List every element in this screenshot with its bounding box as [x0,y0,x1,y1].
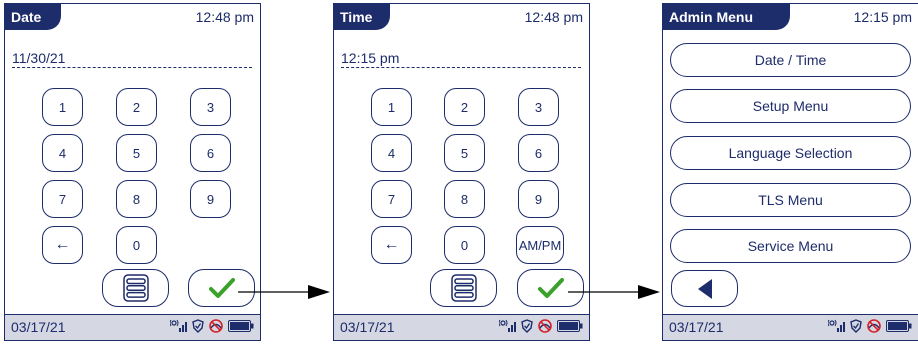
back-triangle-icon [697,278,712,299]
battery-icon [228,320,254,332]
flow-arrow [568,285,660,299]
no-wireless-icon [538,319,552,333]
key-3[interactable]: 3 [518,88,559,126]
date-entry-field[interactable]: 11/30/21 [12,50,252,68]
key-4[interactable]: 4 [42,134,83,172]
shield-icon [521,319,533,333]
status-icons [828,319,912,333]
checkmark-icon [208,278,235,298]
key-3[interactable]: 3 [190,88,231,126]
key-6[interactable]: 6 [518,134,559,172]
menu-item-language-selection[interactable]: Language Selection [670,136,911,170]
key-8[interactable]: 8 [444,180,485,218]
battery-icon [557,320,583,332]
screen-title-tab: Time [334,4,390,30]
am-pm-key[interactable]: AM/PM [516,226,564,264]
back-button[interactable] [671,270,738,307]
key-7[interactable]: 7 [42,180,83,218]
menu-button[interactable] [430,269,497,307]
signal-icon [170,319,187,332]
signal-icon [499,319,516,332]
key-5[interactable]: 5 [444,134,485,172]
signal-icon [828,319,845,332]
admin-menu-screen: Admin Menu 12:15 pm Date / Time Setup Me… [662,3,918,341]
screen-title: Admin Menu [669,9,753,25]
key-8[interactable]: 8 [116,180,157,218]
status-bar: 03/17/21 [5,314,260,340]
date-screen: Date 12:48 pm 11/30/21 1 2 3 4 5 6 7 8 9… [4,3,261,341]
clock: 12:48 pm [524,9,583,25]
key-0[interactable]: 0 [116,226,157,264]
menu-button[interactable] [102,269,169,307]
screen-title-tab: Date [5,4,61,30]
menu-item-setup-menu[interactable]: Setup Menu [670,89,911,123]
key-0[interactable]: 0 [444,226,485,264]
checkmark-icon [537,278,564,298]
key-9[interactable]: 9 [518,180,559,218]
menu-item-date-time[interactable]: Date / Time [670,43,911,77]
key-1[interactable]: 1 [371,88,412,126]
menu-list-icon [122,274,149,302]
key-2[interactable]: 2 [116,88,157,126]
menu-list-icon [450,274,477,302]
shield-icon [850,319,862,333]
key-9[interactable]: 9 [190,180,231,218]
footer-date: 03/17/21 [11,319,66,335]
key-6[interactable]: 6 [190,134,231,172]
menu-item-tls-menu[interactable]: TLS Menu [670,183,911,217]
time-screen: Time 12:48 pm 12:15 pm 1 2 3 4 5 6 7 8 9… [333,3,590,341]
backspace-key[interactable]: ← [42,226,83,264]
screen-title: Date [11,9,42,25]
menu-item-service-menu[interactable]: Service Menu [670,229,911,263]
screen-title: Time [340,9,373,25]
clock: 12:48 pm [195,9,254,25]
status-icons [499,319,583,333]
battery-icon [886,320,912,332]
status-bar: 03/17/21 [334,314,589,340]
screen-title-tab: Admin Menu [663,4,790,30]
key-1[interactable]: 1 [42,88,83,126]
key-5[interactable]: 5 [116,134,157,172]
no-wireless-icon [209,319,223,333]
backspace-key[interactable]: ← [371,226,412,264]
shield-icon [192,319,204,333]
key-4[interactable]: 4 [371,134,412,172]
key-2[interactable]: 2 [444,88,485,126]
status-bar: 03/17/21 [663,314,918,340]
no-wireless-icon [867,319,881,333]
time-entry-field[interactable]: 12:15 pm [341,50,581,68]
footer-date: 03/17/21 [669,319,724,335]
key-7[interactable]: 7 [371,180,412,218]
clock: 12:15 pm [853,9,912,25]
footer-date: 03/17/21 [340,319,395,335]
status-icons [170,319,254,333]
flow-arrow [238,285,330,299]
